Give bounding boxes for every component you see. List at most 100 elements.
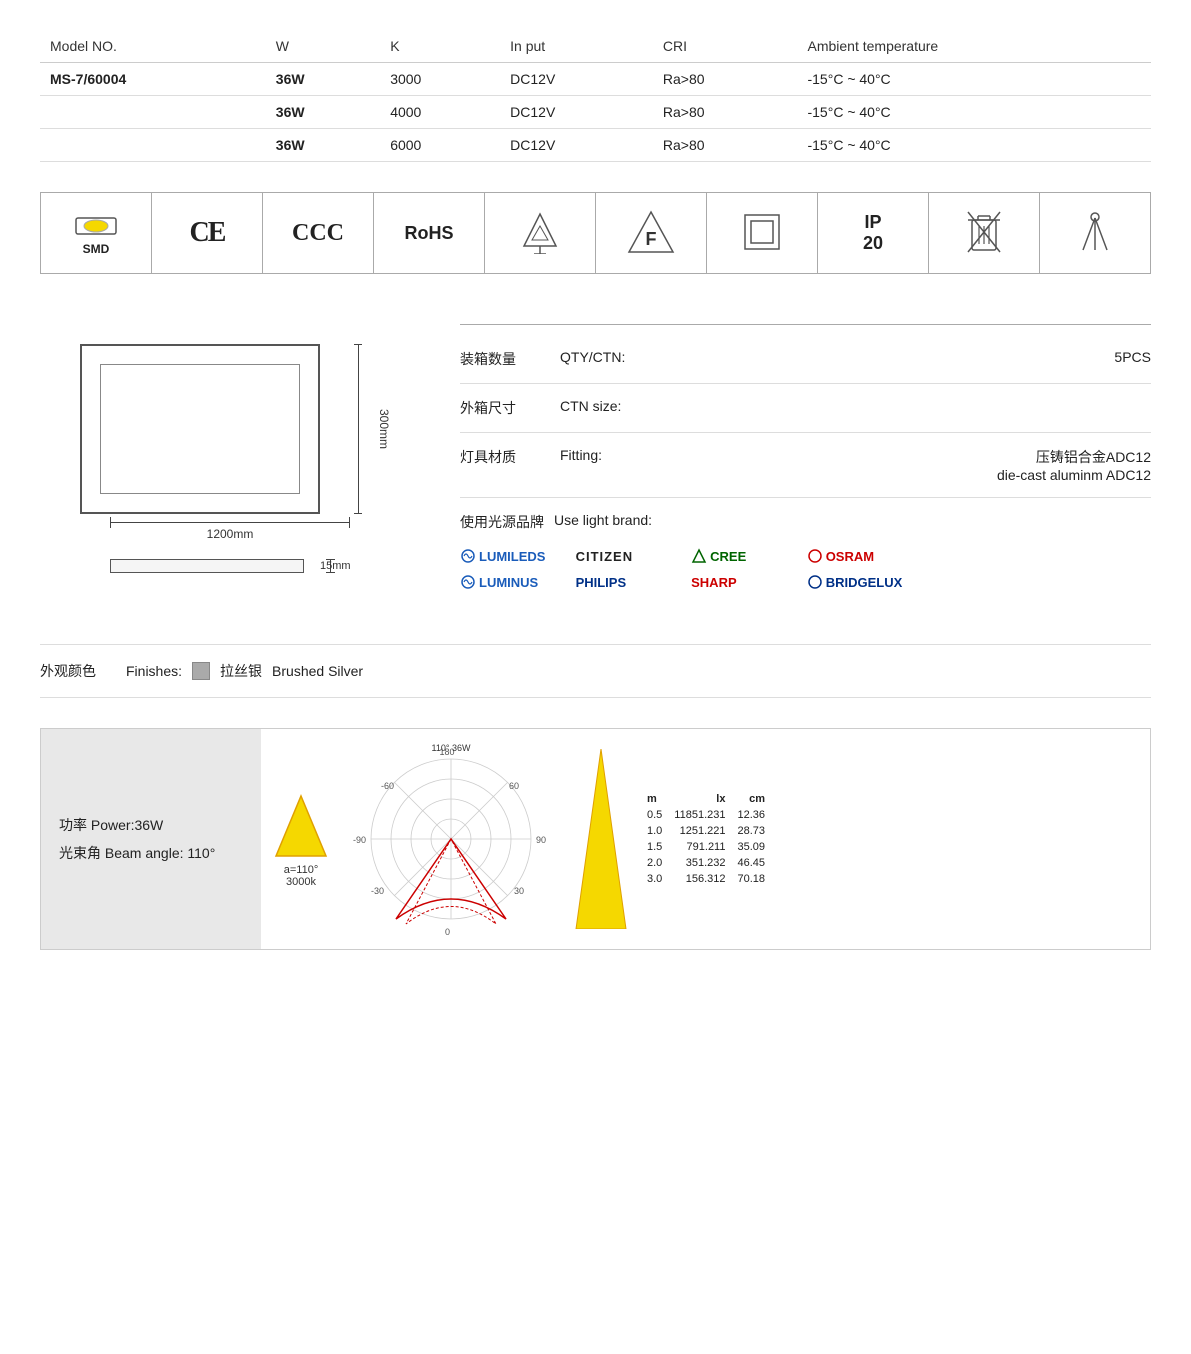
dim-15mm-label: 15mm — [320, 560, 351, 572]
lux-cm: 70.18 — [731, 871, 771, 887]
bottom-section: 功率 Power:36W 光束角 Beam angle: 110° a=110°… — [40, 728, 1151, 950]
brand-name: PHILIPS — [576, 575, 627, 590]
cert-ce: CE — [152, 193, 263, 273]
lux-lx: 791.211 — [668, 839, 731, 855]
cell-model: MS-7/60004 — [40, 63, 266, 96]
cell-model — [40, 96, 266, 129]
lux-m: 1.5 — [641, 839, 668, 855]
lux-row: 2.0 351.232 46.45 — [641, 855, 771, 871]
product-drawing — [80, 344, 320, 514]
lux-area: m lx cm 0.5 11851.231 12.36 1.0 1251.221… — [561, 729, 781, 949]
cell-w: 36W — [266, 129, 380, 162]
table-row: MS-7/60004 36W 3000 DC12V Ra>80 -15°C ~ … — [40, 63, 1151, 96]
cert-weee — [929, 193, 1040, 273]
cert-ip-value: 20 — [863, 233, 883, 254]
fitting-row: 灯具材质 Fitting: 压铸铝合金ADC12 die-cast alumin… — [460, 433, 1151, 498]
brand-item: SHARP — [691, 574, 787, 590]
lux-header-lx: lx — [668, 791, 731, 807]
lux-row: 3.0 156.312 70.18 — [641, 871, 771, 887]
lux-cm: 46.45 — [731, 855, 771, 871]
beam-k-label: 3000k — [271, 876, 331, 888]
brand-item: OSRAM — [807, 548, 903, 564]
beam-label: 光束角 Beam angle: 110° — [59, 839, 243, 867]
power-label: 功率 Power:36W — [59, 811, 243, 839]
cert-ccc-label: CCC — [292, 220, 344, 247]
brand-name: LUMILEDS — [479, 549, 545, 564]
cert-export — [485, 193, 596, 273]
finishes-label-cn: 外观颜色 — [40, 661, 96, 681]
col-w: W — [266, 30, 380, 63]
ctn-row: 外箱尺寸 CTN size: — [460, 384, 1151, 433]
qty-label-cn: 装箱数量 — [460, 349, 540, 369]
cert-smd-label: SMD — [83, 242, 110, 256]
lux-cm: 28.73 — [731, 823, 771, 839]
cell-model — [40, 129, 266, 162]
product-info-panel: 装箱数量 QTY/CTN: 5PCS 外箱尺寸 CTN size: 灯具材质 F… — [460, 324, 1151, 604]
dim-1200mm-label: 1200mm — [110, 527, 350, 541]
brand-name: SHARP — [691, 575, 737, 590]
finish-value-cn: 拉丝银 — [220, 661, 262, 681]
svg-text:F: F — [646, 229, 657, 249]
vertical-dim-line: 300mm — [354, 344, 362, 514]
table-row: 36W 6000 DC12V Ra>80 -15°C ~ 40°C — [40, 129, 1151, 162]
fitting-label-cn: 灯具材质 — [460, 447, 540, 467]
lux-row: 0.5 11851.231 12.36 — [641, 807, 771, 823]
svg-text:110° 36W: 110° 36W — [432, 743, 471, 753]
cert-rohs: RoHS — [374, 193, 485, 273]
cell-input: DC12V — [500, 129, 653, 162]
brand-name: OSRAM — [826, 549, 874, 564]
cert-ccc: CCC — [263, 193, 374, 273]
inner-rect — [100, 364, 300, 494]
col-k: K — [380, 30, 500, 63]
cell-k: 3000 — [380, 63, 500, 96]
fitting-value-en: die-cast aluminm ADC12 — [680, 467, 1151, 483]
lux-lx: 156.312 — [668, 871, 731, 887]
lux-row: 1.0 1251.221 28.73 — [641, 823, 771, 839]
beam-angle-label: a=110° — [271, 864, 331, 876]
fitting-value-cn: 压铸铝合金ADC12 — [680, 447, 1151, 467]
svg-text:-30: -30 — [371, 886, 384, 896]
cell-cri: Ra>80 — [653, 96, 798, 129]
cell-temp: -15°C ~ 40°C — [797, 129, 1151, 162]
cell-cri: Ra>80 — [653, 63, 798, 96]
brand-item: CREE — [691, 548, 787, 564]
lux-row: 1.5 791.211 35.09 — [641, 839, 771, 855]
svg-text:-90: -90 — [353, 835, 366, 845]
cert-smd: SMD — [41, 193, 152, 273]
qty-value: 5PCS — [680, 349, 1151, 365]
brand-name: BRIDGELUX — [826, 575, 903, 590]
cell-k: 6000 — [380, 129, 500, 162]
brand-item: LUMINUS — [460, 574, 556, 590]
col-temp: Ambient temperature — [797, 30, 1151, 63]
main-rect — [80, 344, 320, 514]
brand-row: 使用光源品牌 Use light brand: LUMILEDSCITIZENC… — [460, 498, 1151, 604]
svg-text:90: 90 — [536, 835, 546, 845]
qty-label-en: QTY/CTN: — [560, 349, 660, 365]
cert-ip-label: IP — [864, 212, 881, 233]
col-model: Model NO. — [40, 30, 266, 63]
finish-swatch — [192, 662, 210, 680]
svg-text:60: 60 — [509, 781, 519, 791]
product-section: 300mm 1200mm — [40, 324, 1151, 604]
lux-beam-triangle — [571, 749, 631, 929]
lux-data-table: m lx cm 0.5 11851.231 12.36 1.0 1251.221… — [641, 791, 771, 887]
ctn-label-en: CTN size: — [560, 398, 660, 414]
brand-name: CREE — [710, 549, 746, 564]
cert-ce-label: CE — [190, 217, 225, 249]
brand-grid: LUMILEDS CITIZEN CREE OSRAM LUMINUS PHILIPS SH… — [460, 548, 902, 590]
side-rect — [110, 559, 304, 573]
cert-beam — [1040, 193, 1150, 273]
side-view-area: 15mm — [110, 559, 350, 573]
dim-300mm: 300mm — [377, 409, 391, 449]
finish-value-en: Brushed Silver — [272, 663, 363, 679]
fitting-value: 压铸铝合金ADC12 die-cast aluminm ADC12 — [680, 447, 1151, 483]
finishes-label-en: Finishes: — [126, 663, 182, 679]
finishes-row: 外观颜色 Finishes: 拉丝银 Brushed Silver — [40, 644, 1151, 698]
brand-name: CITIZEN — [576, 549, 634, 564]
brand-item: LUMILEDS — [460, 548, 556, 564]
fitting-label-en: Fitting: — [560, 447, 660, 463]
lux-cm: 12.36 — [731, 807, 771, 823]
certification-row: SMD CE CCC RoHS F IP 20 — [40, 192, 1151, 274]
lux-header-m: m — [641, 791, 668, 807]
brand-name: LUMINUS — [479, 575, 538, 590]
